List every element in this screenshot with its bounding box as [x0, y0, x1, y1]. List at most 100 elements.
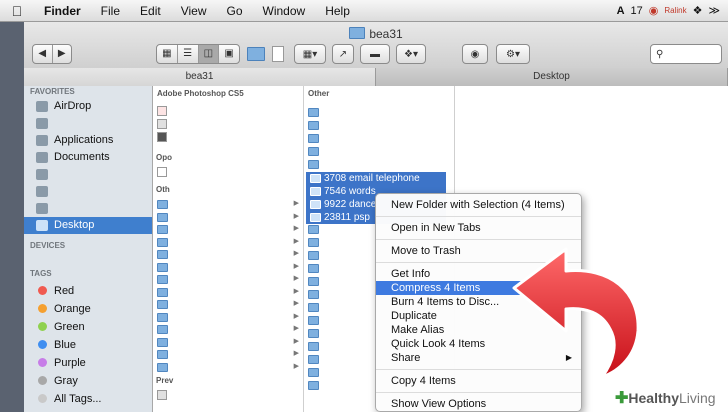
- sidebar-item-desktop[interactable]: Desktop: [24, 217, 152, 234]
- disclosure-arrow-icon: ▶: [293, 262, 299, 270]
- folder-row[interactable]: ▶: [153, 336, 303, 349]
- sidebar-tag-purple[interactable]: Purple: [24, 354, 152, 372]
- arrange-button[interactable]: ▦▾: [294, 44, 326, 64]
- sidebar-item-folder-b[interactable]: [24, 200, 152, 217]
- back-icon[interactable]: ◀: [33, 45, 53, 63]
- folder-icon: [308, 316, 319, 325]
- sidebar-item-drive[interactable]: [24, 166, 152, 183]
- document-button[interactable]: [270, 44, 286, 64]
- folder-row[interactable]: ▶: [153, 236, 303, 249]
- sidebar-item-applications[interactable]: Applications: [24, 132, 152, 149]
- app-badge[interactable]: 17: [631, 5, 643, 17]
- file-icon[interactable]: [157, 390, 167, 400]
- folder-icon: [310, 200, 321, 209]
- ralink-icon[interactable]: ◉: [649, 4, 659, 17]
- sidebar-tag-gray[interactable]: Gray: [24, 372, 152, 390]
- sidebar-item-home[interactable]: [24, 115, 152, 132]
- view-mode-buttons[interactable]: ▦ ☰ ◫ ▣: [156, 44, 240, 64]
- dropbox-button[interactable]: ❖▾: [396, 44, 426, 64]
- folder-icon: [157, 225, 168, 234]
- dropbox-icon[interactable]: ❖: [693, 4, 703, 17]
- folder-row[interactable]: ▶: [153, 273, 303, 286]
- folder-row[interactable]: [304, 145, 454, 158]
- folder-icon: [349, 27, 366, 39]
- menu-show-view-options[interactable]: Show View Options: [376, 397, 581, 411]
- applications-icon: [36, 135, 48, 146]
- gear-icon: ⚙▾: [506, 48, 520, 60]
- wifi-icon[interactable]: ≫: [708, 4, 720, 17]
- adobe-icon[interactable]: A: [617, 5, 625, 17]
- menu-finder[interactable]: Finder: [34, 4, 91, 18]
- disclosure-arrow-icon: ▶: [293, 362, 299, 370]
- folder-row[interactable]: ▶: [153, 198, 303, 211]
- apple-logo-icon[interactable]: : [0, 3, 34, 19]
- folder-icon: [157, 275, 168, 284]
- share-button[interactable]: ↗: [332, 44, 354, 64]
- icon-view-icon[interactable]: ▦: [157, 45, 178, 63]
- folder-row[interactable]: ▶: [153, 298, 303, 311]
- folder-row[interactable]: ▶: [153, 348, 303, 361]
- folder-row[interactable]: [304, 158, 454, 171]
- disclosure-arrow-icon: ▶: [293, 275, 299, 282]
- folder-icon: [247, 47, 265, 61]
- sidebar-tag-orange[interactable]: Orange: [24, 300, 152, 318]
- folder-row[interactable]: [304, 119, 454, 132]
- folder-row[interactable]: ▶: [153, 361, 303, 374]
- dropbox-icon: ❖▾: [404, 48, 418, 60]
- folder-row[interactable]: ▶: [153, 286, 303, 299]
- folder-row[interactable]: ▶: [153, 211, 303, 224]
- folder-row[interactable]: ▶: [153, 261, 303, 274]
- column-view-icon[interactable]: ◫: [198, 45, 220, 63]
- coverflow-view-icon[interactable]: ▣: [219, 45, 239, 63]
- action-button[interactable]: ⚙▾: [496, 44, 530, 64]
- sidebar-item-airdrop[interactable]: AirDrop: [24, 98, 152, 115]
- sidebar-item-documents[interactable]: Documents: [24, 149, 152, 166]
- menu-view[interactable]: View: [171, 4, 217, 18]
- folder-icon: [308, 355, 319, 364]
- search-field[interactable]: ⚲: [650, 44, 722, 64]
- airdrop-icon: [36, 101, 48, 112]
- quicklook-button[interactable]: ◉: [462, 44, 488, 64]
- back-forward-buttons[interactable]: ◀ ▶: [32, 44, 72, 64]
- folder-icon: [308, 329, 319, 338]
- file-icon[interactable]: [157, 119, 167, 129]
- sidebar-item-folder-a[interactable]: [24, 183, 152, 200]
- sidebar-tag-green[interactable]: Green: [24, 318, 152, 336]
- folder-icon: [157, 262, 168, 272]
- menu-help[interactable]: Help: [315, 4, 360, 18]
- menu-file[interactable]: File: [91, 4, 130, 18]
- folder-button[interactable]: [246, 44, 266, 64]
- menu-window[interactable]: Window: [253, 4, 316, 18]
- file-icon[interactable]: [157, 132, 167, 142]
- folder-row[interactable]: [304, 106, 454, 119]
- file-icon[interactable]: [157, 167, 167, 177]
- folder-icon: [308, 108, 319, 117]
- menu-go[interactable]: Go: [217, 4, 253, 18]
- sidebar-tag-all[interactable]: All Tags...: [24, 390, 152, 408]
- column-header-photoshop: Adobe Photoshop CS5: [157, 89, 244, 98]
- folder-row[interactable]: ▶: [153, 311, 303, 324]
- tab-bea31[interactable]: bea31: [24, 68, 376, 86]
- sidebar-tag-red[interactable]: Red: [24, 282, 152, 300]
- list-view-icon[interactable]: ☰: [178, 45, 199, 63]
- folder-row[interactable]: ▶: [153, 223, 303, 236]
- sidebar: FAVORITES AirDrop Applications Documents…: [24, 86, 153, 412]
- folder-icon: [308, 303, 319, 312]
- menu-new-folder-with-selection[interactable]: New Folder with Selection (4 Items): [376, 198, 581, 212]
- tags-button[interactable]: ▬: [360, 44, 390, 64]
- selected-item[interactable]: 3708 email telephone: [306, 172, 446, 185]
- folder-row[interactable]: ▶: [153, 248, 303, 261]
- folder-icon: [308, 264, 319, 273]
- menu-bar:  Finder File Edit View Go Window Help A…: [0, 0, 728, 22]
- sidebar-tag-blue[interactable]: Blue: [24, 336, 152, 354]
- column-header-other: Other: [308, 89, 330, 98]
- plus-icon: ✚: [615, 390, 629, 407]
- folder-row[interactable]: ▶: [153, 323, 303, 336]
- tab-desktop[interactable]: Desktop: [376, 68, 728, 86]
- tags-header: TAGS: [30, 269, 52, 278]
- folder-row[interactable]: [304, 132, 454, 145]
- menu-open-in-new-tabs[interactable]: Open in New Tabs: [376, 221, 581, 235]
- forward-icon[interactable]: ▶: [53, 45, 72, 63]
- file-icon[interactable]: [157, 106, 167, 116]
- menu-edit[interactable]: Edit: [130, 4, 171, 18]
